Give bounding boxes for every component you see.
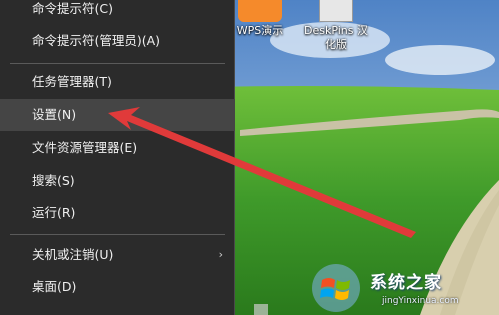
menu-item-label: 关机或注销(U)	[32, 247, 114, 262]
menu-item-desktop[interactable]: 桌面(D)	[0, 271, 235, 303]
chevron-right-icon: ›	[218, 248, 223, 261]
winx-context-menu: 命令提示符(C) 命令提示符(管理员)(A) 任务管理器(T) 设置(N) 文件…	[0, 0, 235, 315]
desktop-icon-deskpins[interactable]: DeskPins 汉 化版	[296, 0, 376, 52]
menu-item-file-explorer[interactable]: 文件资源管理器(E)	[0, 132, 235, 164]
menu-item-label: 命令提示符(C)	[32, 1, 113, 16]
menu-item-label: 搜索(S)	[32, 173, 75, 188]
menu-item-label: 设置(N)	[32, 107, 77, 122]
menu-item-label: 文件资源管理器(E)	[32, 140, 138, 155]
menu-item-command-prompt[interactable]: 命令提示符(C)	[0, 0, 235, 25]
menu-item-command-prompt-admin[interactable]: 命令提示符(管理员)(A)	[0, 25, 235, 57]
watermark: 系统之家 jingYinxinua.com	[300, 258, 499, 315]
menu-item-label: 任务管理器(T)	[32, 74, 112, 89]
menu-item-task-manager[interactable]: 任务管理器(T)	[0, 66, 235, 98]
taskbar-fragment	[254, 304, 268, 315]
menu-item-run[interactable]: 运行(R)	[0, 197, 235, 229]
desktop-icon-wps[interactable]: WPS演示	[230, 0, 290, 38]
windows-logo-icon	[312, 264, 360, 312]
wps-presentation-icon	[238, 0, 282, 22]
desktop-icon-label: WPS演示	[236, 24, 284, 37]
menu-separator	[10, 63, 225, 64]
menu-separator	[10, 234, 225, 235]
menu-item-label: 运行(R)	[32, 205, 76, 220]
menu-item-settings[interactable]: 设置(N)	[0, 99, 235, 131]
watermark-url: jingYinxinua.com	[382, 296, 459, 306]
menu-item-search[interactable]: 搜索(S)	[0, 165, 235, 197]
menu-item-shutdown-signout[interactable]: 关机或注销(U) ›	[0, 239, 235, 271]
menu-item-label: 桌面(D)	[32, 279, 77, 294]
desktop-icon-label: DeskPins 汉 化版	[304, 24, 368, 51]
watermark-text: 系统之家	[370, 273, 442, 293]
deskpins-icon	[319, 0, 353, 22]
menu-item-label: 命令提示符(管理员)(A)	[32, 33, 161, 48]
